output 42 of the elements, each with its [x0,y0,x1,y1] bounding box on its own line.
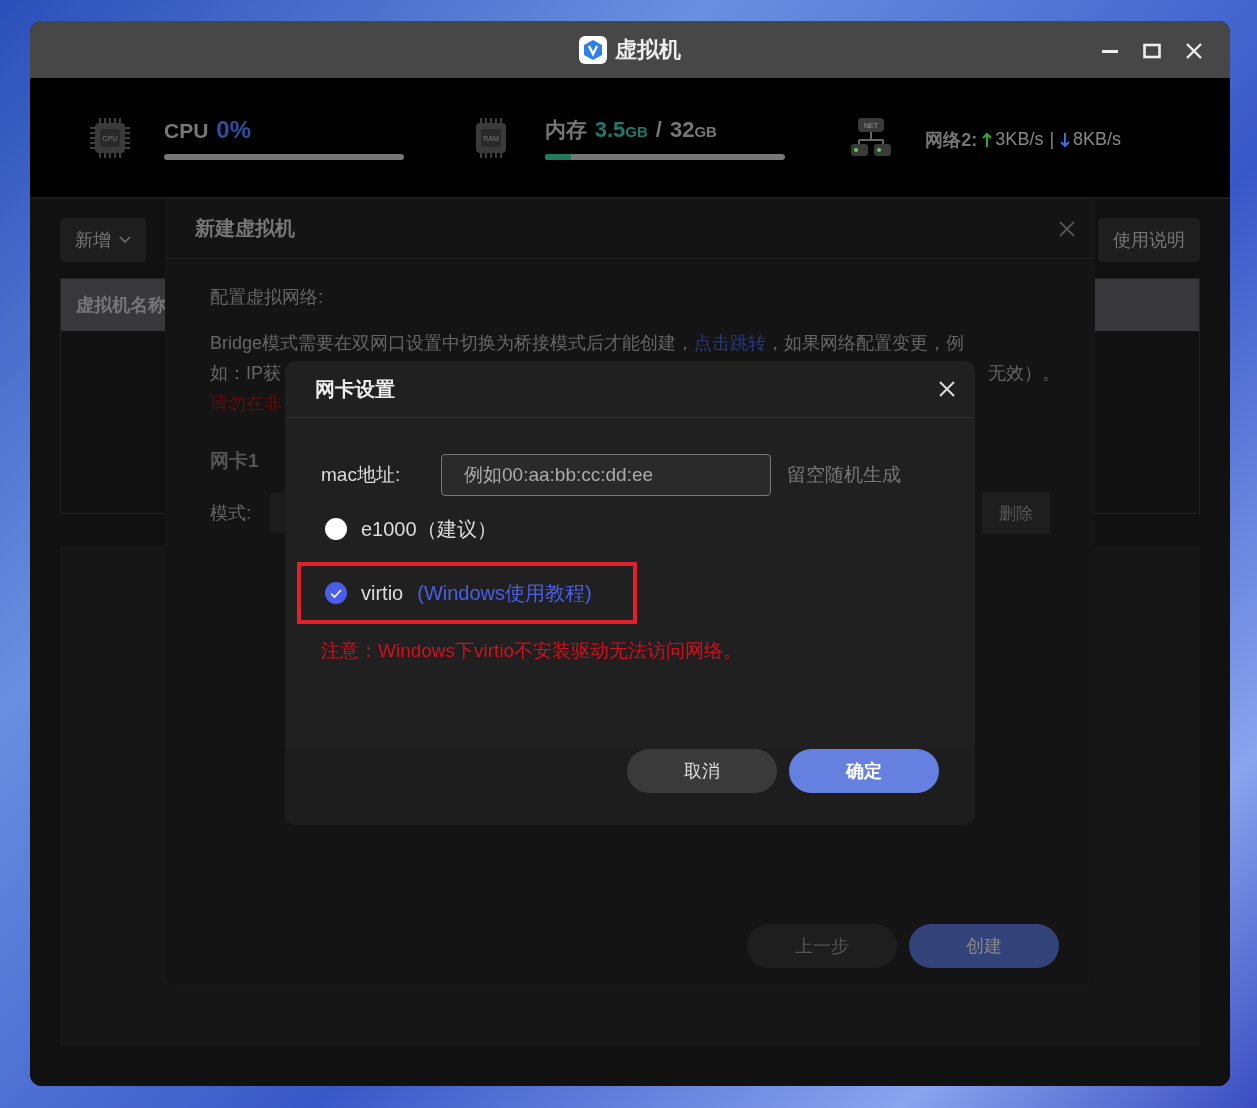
dialog-title: 新建虚拟机 [195,216,295,241]
create-button[interactable]: 创建 [909,924,1059,968]
cpu-label: CPU [164,118,209,143]
upload-rate: 3KB/s [995,129,1044,150]
close-icon[interactable] [1184,41,1204,61]
section-label: 配置虚拟网络: [210,286,324,309]
note-text: 如：IP获 [210,362,281,385]
mac-hint: 留空随机生成 [787,463,901,487]
memory-total: 32GB [669,116,717,143]
download-arrow-icon [1060,131,1071,148]
cancel-button[interactable]: 取消 [627,749,777,793]
mac-input-field[interactable]: 例如00:aa:bb:cc:dd:ee [441,454,771,496]
bridge-note: Bridge模式需要在双网口设置中切换为桥接模式后才能创建，点击跳转，如果网络配置变更，例 [210,332,966,355]
app-logo-icon [579,35,607,64]
add-dropdown-button[interactable]: 新增 [60,218,146,262]
option-label: virtio [361,581,404,605]
window-title: 虚拟机 [615,35,681,64]
mode-label: 模式: [210,502,252,525]
confirm-button[interactable]: 确定 [789,749,939,793]
tutorial-link[interactable]: (Windows使用教程) [417,579,592,607]
rate-divider: | [1049,129,1055,150]
dialog-title: 网卡设置 [315,376,395,402]
memory-separator: / [655,116,662,143]
warning-text: 注意：Windows下virtio不安装驱动无法访问网络。 [320,639,744,663]
memory-label: 内存 [544,116,587,143]
jump-link[interactable]: 点击跳转 [694,333,767,353]
memory-used: 3.5GB [594,116,648,143]
maximize-icon[interactable] [1142,41,1162,61]
note-text: 无效）。 [988,362,1060,385]
radio-button[interactable] [325,582,347,604]
help-button[interactable]: 使用说明 [1098,218,1200,262]
column-header: 虚拟机名称 [76,294,166,317]
warning-text: 请勿在非 [210,393,282,413]
download-rate: 8KB/s [1073,129,1122,150]
mac-label: mac地址: [321,463,402,487]
option-label: e1000（建议） [361,516,497,542]
close-icon[interactable] [937,379,957,399]
network-label: 网络2: [925,128,978,152]
cpu-usage: 0% [216,115,252,144]
upload-arrow-icon [982,131,993,148]
radio-button[interactable] [325,518,347,540]
caret-icon [119,236,131,244]
